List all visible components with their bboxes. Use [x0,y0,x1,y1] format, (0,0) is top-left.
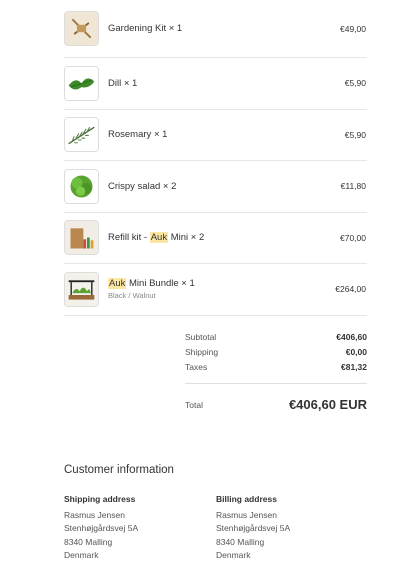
shipping-address-line: Stenhøjgårdsvej 5A [64,523,139,534]
billing-address-heading: Billing address [216,494,277,504]
taxes-value: €81,32 [341,361,367,372]
gardening-kit-thumbnail [64,11,99,46]
shipping-address-heading: Shipping address [64,494,136,504]
item-name: Rosemary × 1 [108,129,168,141]
shipping-address-line: Rasmus Jensen [64,510,125,520]
item-price: €70,00 [340,232,366,243]
item-variant: Black / Walnut [108,291,156,301]
item-price: €49,00 [340,23,366,34]
refill-kit-thumbnail [64,220,99,256]
dill-thumbnail [64,65,99,101]
order-item: Dill × 1 €5,90 [64,58,367,110]
item-price: €5,90 [344,78,366,89]
billing-address-line: Rasmus Jensen [216,510,277,520]
item-price: €11,80 [340,181,366,192]
shipping-address: Shipping address Rasmus Jensen Stenhøjgå… [64,494,204,562]
total-value: €406,60 EUR [288,397,367,412]
item-name: Auk Mini Bundle × 1 [108,278,195,290]
item-price: €5,90 [344,129,366,140]
order-item: Auk Mini Bundle × 1 Black / Walnut €264,… [64,264,367,316]
subtotal-row: Subtotal €406,60 [185,329,367,344]
summary-divider [185,383,367,384]
crispy-salad-thumbnail [64,168,99,204]
order-item: Gardening Kit × 1 €49,00 [64,0,367,58]
total-row: Total €406,60 EUR [185,397,367,412]
billing-address: Billing address Rasmus Jensen Stenhøjgår… [216,494,356,562]
item-name: Dill × 1 [108,77,138,89]
shipping-value: €0,00 [345,346,367,357]
shipping-row: Shipping €0,00 [185,344,367,359]
taxes-row: Taxes €81,32 [185,359,367,374]
item-name: Refill kit - Auk Mini × 2 [108,232,205,244]
auk-bundle-thumbnail [64,271,99,307]
shipping-address-line: Denmark [64,549,99,560]
order-items-list: Gardening Kit × 1 €49,00 Dill × 1 €5,90 … [64,0,367,316]
subtotal-label: Subtotal [185,331,217,342]
subtotal-value: €406,60 [336,331,367,342]
order-summary: Subtotal €406,60 Shipping €0,00 Taxes €8… [185,329,367,412]
billing-address-line: Stenhøjgårdsvej 5A [216,523,291,534]
billing-address-line: 8340 Malling [216,536,265,547]
order-item: Crispy salad × 2 €11,80 [64,161,367,213]
item-price: €264,00 [335,284,366,295]
item-name: Gardening Kit × 1 [108,23,183,34]
total-label: Total [185,399,203,410]
taxes-label: Taxes [185,361,208,372]
order-item: Rosemary × 1 €5,90 [64,110,367,161]
customer-information-heading: Customer information [64,464,174,476]
shipping-address-line: 8340 Malling [64,536,113,547]
order-item: Refill kit - Auk Mini × 2 €70,00 [64,213,367,264]
rosemary-thumbnail [64,117,99,153]
billing-address-line: Denmark [216,549,251,560]
item-name: Crispy salad × 2 [108,180,177,192]
shipping-label: Shipping [185,346,219,357]
